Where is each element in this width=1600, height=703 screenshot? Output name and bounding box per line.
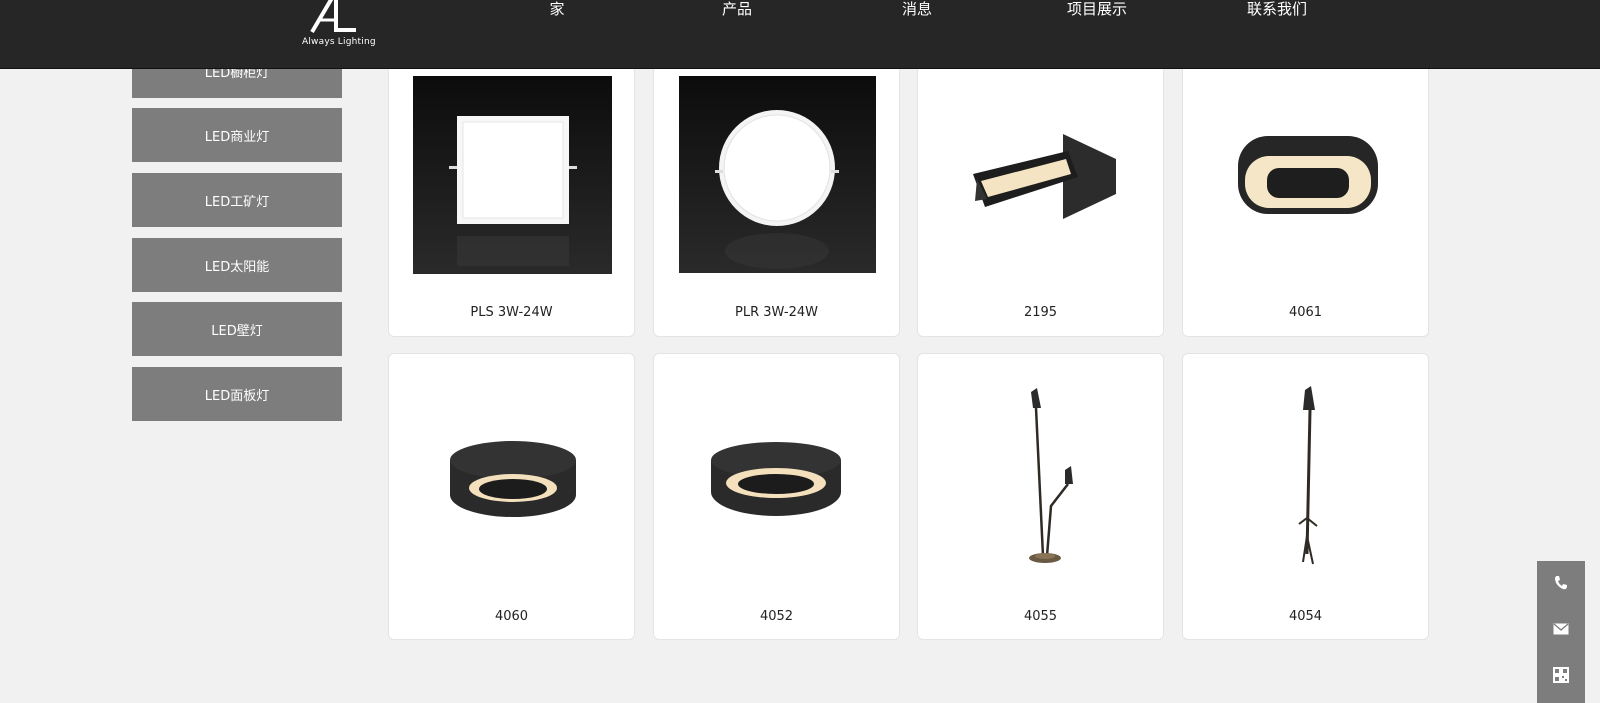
nav-products[interactable]: 产品 (722, 0, 752, 19)
product-card-4060[interactable]: 4060 (388, 353, 635, 640)
product-image-round-ceiling-light (711, 442, 841, 516)
sidebar-item-label: LED壁灯 (211, 323, 263, 339)
product-card-pls[interactable]: PLS 3W-24W (388, 48, 635, 337)
product-image-round-panel (679, 76, 876, 273)
product-card-4055[interactable]: 4055 (917, 353, 1164, 640)
sidebar-item-label: LED太阳能 (204, 259, 270, 275)
nav-news[interactable]: 消息 (902, 0, 932, 19)
product-name: 4060 (494, 609, 529, 624)
sidebar-item-label: LED工矿灯 (204, 194, 270, 210)
product-card-plr[interactable]: PLR 3W-24W (653, 48, 900, 337)
product-card-4052[interactable]: 4052 (653, 353, 900, 640)
product-name: PLS 3W-24W (470, 305, 553, 320)
product-image-round-ceiling-light (450, 441, 576, 517)
page: LED橱柜灯 LED商业灯 LED工矿灯 LED太阳能 LED壁灯 LED面板灯 (0, 0, 1600, 703)
brand-logo[interactable]: Always Lighting (298, 0, 376, 50)
product-card-4061[interactable]: 4061 (1182, 48, 1429, 337)
product-name: PLR 3W-24W (735, 305, 818, 320)
email-button[interactable] (1537, 607, 1585, 651)
qrcode-icon (1553, 667, 1569, 683)
sidebar-item-label: LED面板灯 (204, 388, 270, 404)
mail-icon (1553, 623, 1569, 635)
site-header: Always Lighting 家 产品 消息 项目展示 联系我们 (0, 0, 1600, 69)
product-image-garden-spike-light (1298, 386, 1318, 565)
logo-mark-icon (310, 0, 356, 34)
nav-projects[interactable]: 项目展示 (1067, 0, 1127, 19)
product-name: 4052 (759, 609, 794, 624)
product-name: 4055 (1023, 609, 1058, 624)
sidebar-item-label: LED商业灯 (204, 129, 270, 145)
sidebar-item-panel-light[interactable]: LED面板灯 (132, 367, 342, 421)
product-card-2195[interactable]: 2195 (917, 48, 1164, 337)
product-name: 4061 (1288, 305, 1323, 320)
product-name: 4054 (1288, 609, 1323, 624)
qrcode-button[interactable] (1537, 653, 1585, 697)
product-image-garden-spike-light (1029, 388, 1073, 563)
sidebar-item-highbay-light[interactable]: LED工矿灯 (132, 173, 342, 227)
sidebar-item-wall-light[interactable]: LED壁灯 (132, 302, 342, 356)
product-card-4054[interactable]: 4054 (1182, 353, 1429, 640)
product-image-wall-light (973, 134, 1116, 219)
phone-button[interactable] (1537, 561, 1585, 605)
sidebar-item-commercial-light[interactable]: LED商业灯 (132, 108, 342, 162)
product-image-square-ceiling-light (1238, 136, 1378, 214)
floating-contact-bar (1537, 561, 1585, 703)
phone-icon (1555, 576, 1567, 590)
sidebar-item-solar-light[interactable]: LED太阳能 (132, 238, 342, 292)
nav-contact[interactable]: 联系我们 (1247, 0, 1307, 19)
nav-home[interactable]: 家 (549, 0, 564, 19)
product-name: 2195 (1023, 305, 1058, 320)
product-image-square-panel (413, 76, 612, 274)
brand-tagline: Always Lighting (302, 37, 376, 47)
